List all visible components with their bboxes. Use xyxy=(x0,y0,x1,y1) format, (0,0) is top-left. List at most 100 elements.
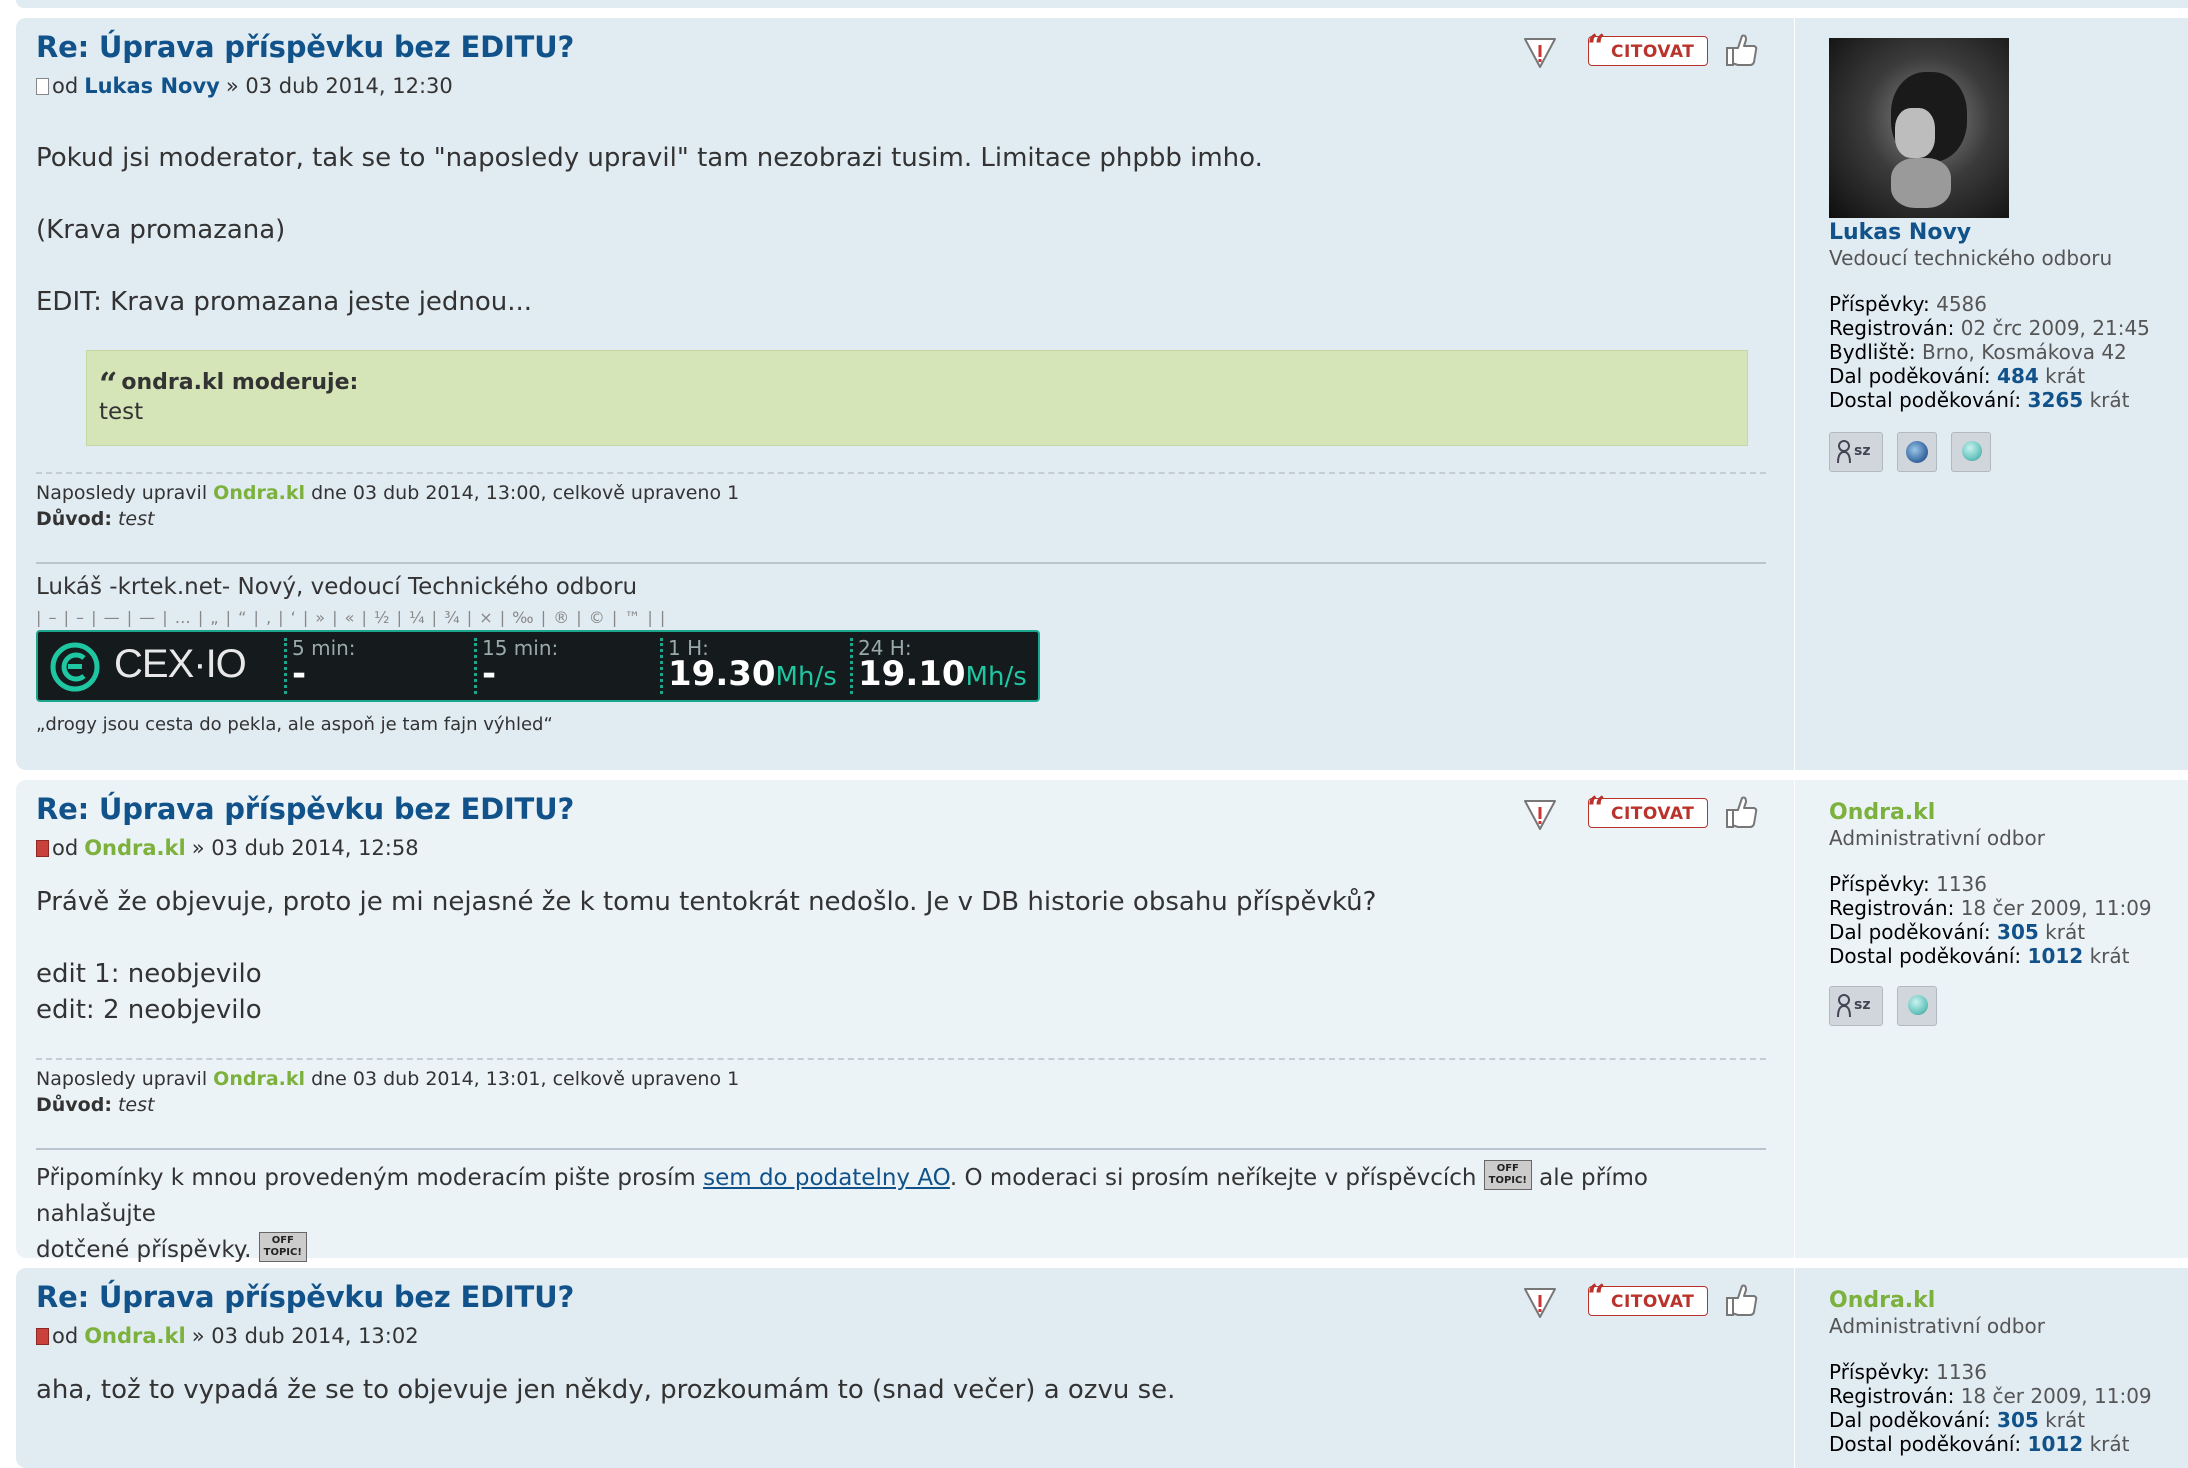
stat-value: krát xyxy=(2089,388,2130,412)
stat-number[interactable]: 305 xyxy=(1997,1408,2039,1432)
stat-key: Dostal poděkování: xyxy=(1829,944,2022,968)
stat-key: Dal poděkování: xyxy=(1829,920,1991,944)
report-icon[interactable] xyxy=(1522,798,1558,832)
content-line: aha, tož to vypadá že se to objevuje jen… xyxy=(36,1375,1176,1405)
thumbs-up-icon[interactable] xyxy=(1724,792,1760,832)
contact-icons: sz xyxy=(1829,986,1937,1026)
post-icon[interactable] xyxy=(36,1327,49,1345)
stat-number[interactable]: 1012 xyxy=(2028,1432,2084,1456)
author-link[interactable]: Ondra.kl xyxy=(84,1324,186,1348)
editor-link[interactable]: Ondra.kl xyxy=(213,1068,305,1090)
stat-key: Registrován: xyxy=(1829,896,1955,920)
report-icon[interactable] xyxy=(1522,36,1558,70)
signature: Připomínky k mnou provedeným moderacím p… xyxy=(36,1148,1766,1268)
stat-value: 1136 xyxy=(1936,872,1987,896)
edit-prefix: Naposledy upravil xyxy=(36,482,208,504)
post-title[interactable]: Re: Úprava příspěvku bez EDITU? xyxy=(36,30,574,64)
post-title[interactable]: Re: Úprava příspěvku bez EDITU? xyxy=(36,792,574,826)
stat-key: Dal poděkování: xyxy=(1829,1408,1991,1432)
reason-label: Důvod: xyxy=(36,508,112,530)
quote-button[interactable]: “ CITOVAT xyxy=(1587,789,1708,828)
avatar-face xyxy=(1895,108,1935,158)
pm-label: sz xyxy=(1854,443,1871,459)
edit-notice: Naposledy upravil Ondra.kl dne 03 dub 20… xyxy=(36,1058,1766,1118)
stat-number[interactable]: 305 xyxy=(1997,920,2039,944)
quote-author: ondra.kl moderuje: xyxy=(121,370,359,395)
pm-label: sz xyxy=(1854,997,1871,1013)
author-link[interactable]: Ondra.kl xyxy=(84,836,186,860)
content-line: Právě že objevuje, proto je mi nejasné ž… xyxy=(36,887,1377,917)
edit-suffix: dne 03 dub 2014, 13:00, celkově upraveno… xyxy=(311,482,740,504)
post-icon[interactable] xyxy=(36,77,49,95)
post-buttons: “ CITOVAT xyxy=(1502,26,1758,76)
quote-text: test xyxy=(99,399,144,425)
person-icon xyxy=(1837,994,1851,1018)
signature-quote: „drogy jsou cesta do pekla, ale aspoň je… xyxy=(36,714,553,735)
blockquote: “ondra.kl moderuje: test xyxy=(86,350,1748,446)
edit-suffix: dne 03 dub 2014, 13:01, celkově upraveno… xyxy=(311,1068,740,1090)
stat-registered: Registrován: 18 čer 2009, 11:09 xyxy=(1829,896,2152,920)
stat-number[interactable]: 484 xyxy=(1997,364,2039,388)
by-label: od xyxy=(52,836,79,860)
profile-stats: Příspěvky: 1136 Registrován: 18 čer 2009… xyxy=(1829,872,2152,968)
stat-number[interactable]: 1012 xyxy=(2028,944,2084,968)
stat-thanks-received: Dostal poděkování: 3265 krát xyxy=(1829,388,2150,412)
edit-prefix: Naposledy upravil xyxy=(36,1068,208,1090)
cex-logo-icon xyxy=(50,642,100,692)
location-icon[interactable] xyxy=(1951,432,1991,472)
report-icon[interactable] xyxy=(1522,1286,1558,1320)
profile-username[interactable]: Ondra.kl xyxy=(1829,1288,1935,1313)
stat-key: Dostal poděkování: xyxy=(1829,388,2022,412)
location-icon[interactable] xyxy=(1897,986,1937,1026)
post-icon[interactable] xyxy=(36,839,49,857)
edit-notice: Naposledy upravil Ondra.kl dne 03 dub 20… xyxy=(36,472,1766,532)
podatelna-link[interactable]: sem do podatelny AO xyxy=(703,1165,950,1191)
cex-io-banner[interactable]: CEX·IO 5 min: - 15 min: - 1 H: 19.30Mh/s… xyxy=(36,630,1040,702)
quote-button[interactable]: “ CITOVAT xyxy=(1587,1277,1708,1316)
divider xyxy=(660,638,665,694)
quote-mark-icon: “ xyxy=(1587,27,1606,65)
cex-unit: Mh/s xyxy=(775,662,837,692)
thumbs-up-icon[interactable] xyxy=(1724,1280,1760,1320)
by-label: od xyxy=(52,1324,79,1348)
stat-key: Příspěvky: xyxy=(1829,1360,1930,1384)
offtopic-icon: OFF TOPIC! xyxy=(1483,1160,1532,1190)
stat-posts: Příspěvky: 4586 xyxy=(1829,292,2150,316)
stat-posts: Příspěvky: 1136 xyxy=(1829,1360,2152,1384)
website-icon[interactable] xyxy=(1897,432,1937,472)
cex-brand: CEX·IO xyxy=(114,642,247,686)
stat-registered: Registrován: 02 črc 2009, 21:45 xyxy=(1829,316,2150,340)
signature: Lukáš -krtek.net- Nový, vedoucí Technick… xyxy=(36,562,1766,735)
stat-value: 18 čer 2009, 11:09 xyxy=(1960,1384,2152,1408)
content-line: Pokud jsi moderator, tak se to "naposled… xyxy=(36,143,1263,173)
editor-link[interactable]: Ondra.kl xyxy=(213,482,305,504)
divider xyxy=(850,638,855,694)
quote-button[interactable]: “ CITOVAT xyxy=(1587,27,1708,66)
thumbs-up-icon[interactable] xyxy=(1724,30,1760,70)
pm-icon[interactable]: sz xyxy=(1829,432,1883,472)
pm-icon[interactable]: sz xyxy=(1829,986,1883,1026)
post-profile: Ondra.kl Administrativní odbor Příspěvky… xyxy=(1794,1268,2175,1468)
profile-username[interactable]: Lukas Novy xyxy=(1829,220,1971,245)
stat-location: Bydliště: Brno, Kosmákova 42 xyxy=(1829,340,2150,364)
stat-value: 02 črc 2009, 21:45 xyxy=(1960,316,2150,340)
quote-mark-icon: “ xyxy=(1587,789,1606,827)
stat-thanks-received: Dostal poděkování: 1012 krát xyxy=(1829,944,2152,968)
signature-text: dotčené příspěvky. xyxy=(36,1237,252,1263)
signature-text: . O moderaci si prosím neříkejte v přísp… xyxy=(949,1165,1477,1191)
signature-line: Lukáš -krtek.net- Nový, vedoucí Technick… xyxy=(36,574,638,600)
stat-key: Dostal poděkování: xyxy=(1829,1432,2022,1456)
edit-reason: test xyxy=(117,508,155,530)
quote-button-label: CITOVAT xyxy=(1611,804,1695,824)
profile-username[interactable]: Ondra.kl xyxy=(1829,800,1935,825)
post: Re: Úprava příspěvku bez EDITU? od Ondra… xyxy=(16,780,2188,1263)
avatar[interactable] xyxy=(1829,38,2009,218)
stat-number[interactable]: 3265 xyxy=(2028,388,2084,412)
offtopic-icon: OFF TOPIC! xyxy=(258,1232,307,1262)
post-title[interactable]: Re: Úprava příspěvku bez EDITU? xyxy=(36,1280,574,1314)
cex-unit: Mh/s xyxy=(965,662,1027,692)
content-line: edit 1: neobjevilo xyxy=(36,959,262,989)
post-buttons: “ CITOVAT xyxy=(1502,788,1758,838)
quote-button-label: CITOVAT xyxy=(1611,42,1695,62)
author-link[interactable]: Lukas Novy xyxy=(84,74,220,98)
